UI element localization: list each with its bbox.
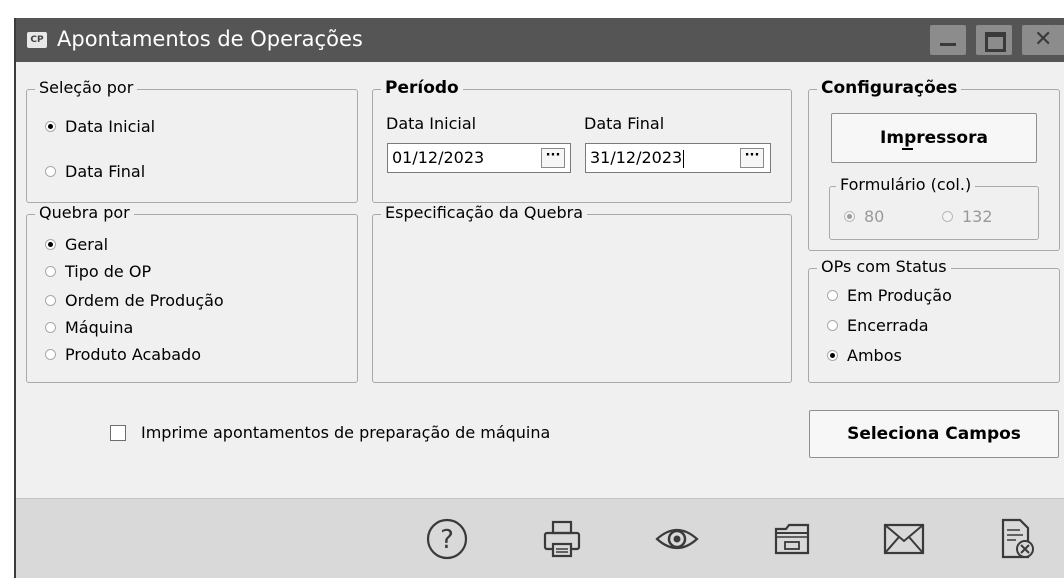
formulario-legend: Formulário (col.) (836, 175, 976, 195)
radio-circle[interactable] (45, 295, 56, 306)
impressora-label: Impressora (880, 128, 988, 148)
radio-circle[interactable] (45, 166, 56, 177)
formulario-group: Formulário (col.) 80 132 (829, 175, 1039, 240)
window: CP Apontamentos de Operações ✕ Seleção p… (14, 18, 1064, 578)
quebra-group: Quebra por Geral Tipo de OP Ordem de Pro… (26, 203, 358, 383)
preview-eye-icon[interactable] (653, 517, 701, 561)
close-icon: ✕ (1034, 27, 1053, 52)
data-final-picker-button[interactable]: ··· (740, 148, 764, 168)
radio-circle[interactable] (45, 239, 56, 250)
selecao-legend: Seleção por (35, 78, 138, 98)
bottom-toolbar: ? (16, 498, 1064, 578)
radio-circle[interactable] (45, 266, 56, 277)
impressora-button[interactable]: Impressora (831, 113, 1037, 163)
app-icon: CP (27, 32, 47, 48)
radio-circle[interactable] (827, 290, 838, 301)
radio-label: 80 (864, 207, 885, 226)
seleciona-campos-label: Seleciona Campos (847, 424, 1021, 444)
radio-label: Máquina (65, 318, 134, 337)
data-inicial-label: Data Inicial (386, 114, 477, 133)
quebra-legend: Quebra por (35, 203, 134, 223)
radio-circle[interactable] (45, 322, 56, 333)
radio-label: Tipo de OP (65, 262, 152, 281)
data-final-value: 31/12/2023 (590, 148, 683, 167)
data-inicial-picker-button[interactable]: ··· (541, 148, 565, 168)
impressora-accel-underline (902, 148, 913, 150)
radio-label: 132 (962, 207, 993, 226)
imprime-preparacao-label[interactable]: Imprime apontamentos de preparação de má… (141, 423, 550, 443)
help-icon[interactable]: ? (425, 517, 469, 561)
radio-label: Geral (65, 235, 109, 254)
selecao-group: Seleção por Data Inicial Data Final (26, 78, 358, 203)
svg-text:?: ? (440, 525, 454, 555)
close-button[interactable]: ✕ (1022, 25, 1064, 55)
configuracoes-group: Configurações Impressora Formulário (col… (808, 78, 1060, 251)
radio-label: Encerrada (847, 316, 929, 335)
title-bar[interactable]: CP Apontamentos de Operações ✕ (16, 18, 1064, 62)
periodo-legend: Período (381, 78, 463, 98)
radio-circle[interactable] (45, 349, 56, 360)
imprime-preparacao-checkbox[interactable] (110, 425, 126, 441)
mail-icon[interactable] (881, 517, 927, 561)
radio-label: Data Inicial (65, 117, 156, 136)
periodo-group: Período Data Inicial Data Final 01/12/20… (372, 78, 792, 203)
window-title: Apontamentos de Operações (57, 27, 363, 51)
radio-circle[interactable] (827, 320, 838, 331)
data-final-label: Data Final (584, 114, 665, 133)
text-caret (683, 149, 685, 168)
radio-circle[interactable] (942, 211, 953, 222)
radio-label: Produto Acabado (65, 345, 201, 364)
radio-circle[interactable] (45, 121, 56, 132)
status-legend: OPs com Status (817, 257, 951, 277)
printer-icon[interactable] (540, 517, 584, 561)
maximize-button[interactable] (976, 25, 1012, 55)
especificacao-legend: Especificação da Quebra (381, 203, 588, 223)
radio-label: Data Final (65, 162, 146, 181)
radio-label: Em Produção (847, 286, 952, 305)
maximize-icon (985, 32, 1006, 52)
document-close-icon[interactable] (994, 517, 1038, 561)
minimize-button[interactable] (930, 25, 966, 55)
folder-icon[interactable] (770, 517, 814, 561)
seleciona-campos-button[interactable]: Seleciona Campos (809, 410, 1059, 458)
radio-label: Ordem de Produção (65, 291, 224, 310)
minimize-icon (940, 43, 956, 46)
especificacao-group: Especificação da Quebra (372, 203, 792, 383)
status-group: OPs com Status Em Produção Encerrada Amb… (808, 257, 1060, 383)
radio-label: Ambos (847, 346, 902, 365)
radio-circle[interactable] (844, 211, 855, 222)
configuracoes-legend: Configurações (817, 78, 962, 98)
radio-circle[interactable] (827, 350, 838, 361)
